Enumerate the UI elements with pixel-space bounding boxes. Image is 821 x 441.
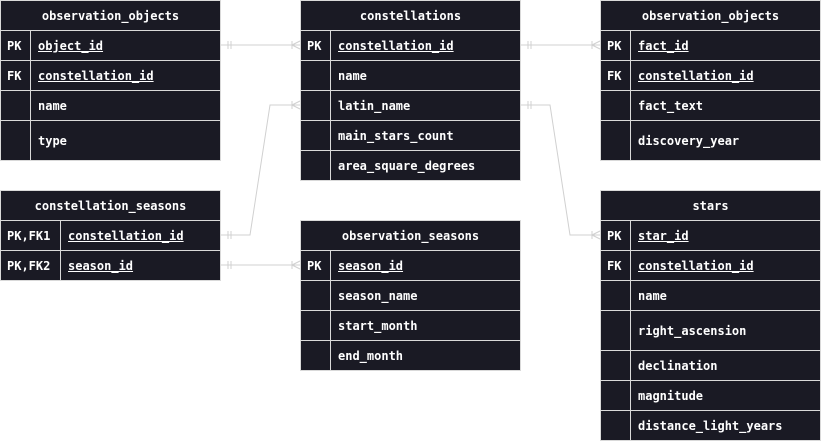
key-label: PK <box>301 251 331 280</box>
table-row: FK constellation_id <box>601 251 820 281</box>
key-label <box>601 351 631 380</box>
key-label: FK <box>1 61 31 90</box>
table-row: PK object_id <box>1 31 220 61</box>
key-label: FK <box>601 61 631 90</box>
entity-constellations[interactable]: constellations PK constellation_id name … <box>300 0 521 181</box>
field-name: discovery_year <box>638 133 740 148</box>
key-label <box>601 411 631 440</box>
key-label: PK,FK2 <box>1 251 61 280</box>
table-row: type <box>1 121 220 160</box>
entity-title: observation_seasons <box>301 221 520 251</box>
table-row: start_month <box>301 311 520 341</box>
field-name: star_id <box>638 228 689 243</box>
table-row: PK fact_id <box>601 31 820 61</box>
field-name: declination <box>638 358 718 373</box>
key-label <box>301 281 331 310</box>
field-name: main_stars_count <box>338 128 454 143</box>
field-name: constellation_id <box>638 258 754 273</box>
field-name: object_id <box>38 38 104 53</box>
table-row: declination <box>601 351 820 381</box>
table-row: PK,FK1 constellation_id <box>1 221 220 251</box>
table-row: magnitude <box>601 381 820 411</box>
key-label <box>301 91 331 120</box>
field-name: season_id <box>68 258 134 273</box>
key-label <box>601 381 631 410</box>
table-row: main_stars_count <box>301 121 520 151</box>
field-name: latin_name <box>338 98 411 113</box>
entity-title: observation_objects <box>601 1 820 31</box>
key-label <box>601 121 631 160</box>
field-name: constellation_id <box>38 68 154 83</box>
field-name: name <box>38 98 67 113</box>
table-row: PK season_id <box>301 251 520 281</box>
field-name: constellation_id <box>338 38 454 53</box>
field-name: name <box>638 288 667 303</box>
key-label <box>301 341 331 370</box>
table-row: area_square_degrees <box>301 151 520 180</box>
field-name: season_id <box>338 258 404 273</box>
table-row: latin_name <box>301 91 520 121</box>
field-name: constellation_id <box>638 68 754 83</box>
key-label <box>301 121 331 150</box>
entity-title: constellations <box>301 1 520 31</box>
field-name: right_ascension <box>638 323 747 338</box>
entity-title: observation_objects <box>1 1 220 31</box>
table-row: FK constellation_id <box>601 61 820 91</box>
link-seasons-constellations <box>220 104 300 236</box>
table-row: name <box>601 281 820 311</box>
field-name: fact_id <box>638 38 689 53</box>
field-name: start_month <box>338 318 418 333</box>
key-label <box>601 311 631 350</box>
key-label <box>601 91 631 120</box>
table-row: PK,FK2 season_id <box>1 251 220 280</box>
key-label: PK <box>301 31 331 60</box>
key-label <box>301 151 331 180</box>
key-label: PK <box>601 31 631 60</box>
entity-observation-objects-2[interactable]: observation_objects PK fact_id FK conste… <box>600 0 821 161</box>
entity-observation-objects-1[interactable]: observation_objects PK object_id FK cons… <box>0 0 221 161</box>
er-diagram-canvas: observation_objects PK object_id FK cons… <box>0 0 821 441</box>
key-label: FK <box>601 251 631 280</box>
table-row: PK constellation_id <box>301 31 520 61</box>
field-name: name <box>338 68 367 83</box>
field-name: season_name <box>338 288 418 303</box>
key-label <box>301 311 331 340</box>
table-row: right_ascension <box>601 311 820 351</box>
field-name: area_square_degrees <box>338 158 476 173</box>
table-row: name <box>1 91 220 121</box>
table-row: distance_light_years <box>601 411 820 440</box>
field-name: distance_light_years <box>638 418 783 433</box>
link-constellations-stars <box>520 104 600 236</box>
entity-observation-seasons[interactable]: observation_seasons PK season_id season_… <box>300 220 521 371</box>
key-label <box>1 121 31 160</box>
table-row: name <box>301 61 520 91</box>
field-name: end_month <box>338 348 404 363</box>
field-name: fact_text <box>638 98 704 113</box>
entity-constellation-seasons[interactable]: constellation_seasons PK,FK1 constellati… <box>0 190 221 281</box>
key-label <box>301 61 331 90</box>
field-name: type <box>38 133 67 148</box>
table-row: PK star_id <box>601 221 820 251</box>
key-label <box>1 91 31 120</box>
entity-title: stars <box>601 191 820 221</box>
table-row: discovery_year <box>601 121 820 160</box>
table-row: season_name <box>301 281 520 311</box>
field-name: constellation_id <box>68 228 184 243</box>
key-label <box>601 281 631 310</box>
field-name: magnitude <box>638 388 704 403</box>
key-label: PK <box>1 31 31 60</box>
entity-title: constellation_seasons <box>1 191 220 221</box>
entity-stars[interactable]: stars PK star_id FK constellation_id nam… <box>600 190 821 441</box>
key-label: PK,FK1 <box>1 221 61 250</box>
key-label: PK <box>601 221 631 250</box>
table-row: FK constellation_id <box>1 61 220 91</box>
table-row: fact_text <box>601 91 820 121</box>
table-row: end_month <box>301 341 520 370</box>
